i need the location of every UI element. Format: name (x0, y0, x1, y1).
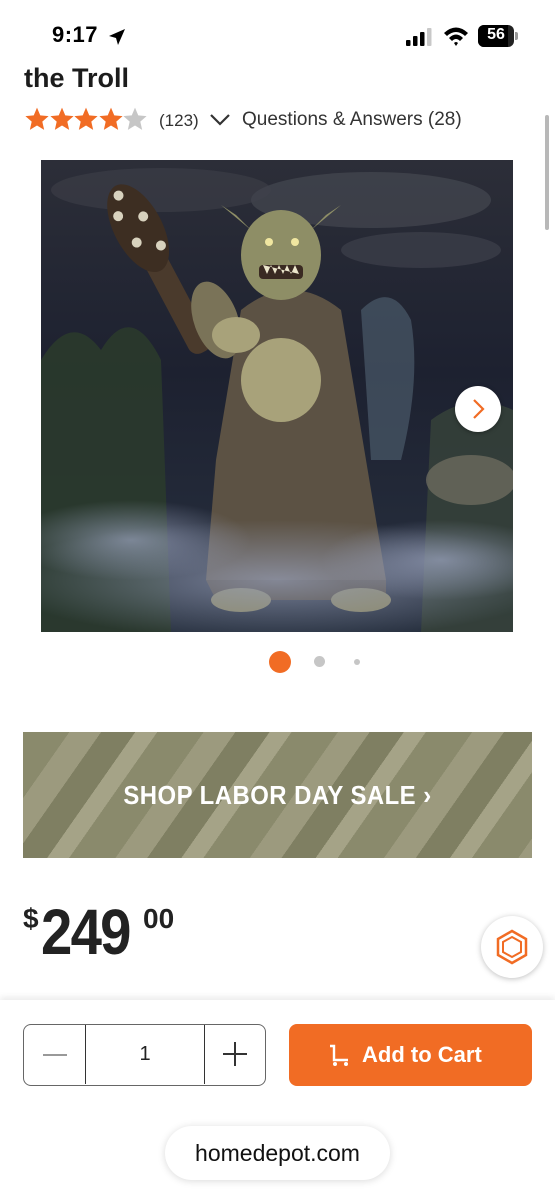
image-dot-1[interactable] (269, 651, 291, 673)
rating-row: (123) Questions & Answers (28) (24, 106, 544, 136)
bottom-action-bar: 1 Add to Cart homedepot.com (0, 1000, 555, 1200)
cart-icon (330, 1044, 348, 1066)
star-icon (25, 107, 49, 130)
wifi-icon (444, 27, 468, 46)
price-cents: 00 (143, 903, 175, 934)
address-bar[interactable]: homedepot.com (165, 1126, 390, 1180)
chevron-down-icon[interactable] (208, 109, 232, 129)
image-dot-3[interactable] (354, 659, 360, 665)
product-title: the Troll (24, 63, 130, 93)
chat-button[interactable] (481, 916, 543, 978)
decrease-quantity-button[interactable] (24, 1025, 86, 1084)
price-dollars: 249 (41, 896, 131, 968)
battery-level-text: 56 (487, 26, 505, 43)
sale-banner-label: SHOP LABOR DAY SALE › (123, 780, 432, 810)
scrollbar[interactable] (545, 115, 549, 230)
image-dot-2[interactable] (314, 656, 325, 667)
battery-icon: 56 (478, 25, 518, 47)
star-icon (98, 107, 123, 130)
cellular-signal-icon (406, 28, 432, 46)
troll-image (41, 160, 513, 632)
questions-answers-link[interactable]: Questions & Answers (28) (242, 109, 462, 131)
add-to-cart-button[interactable]: Add to Cart (289, 1024, 532, 1086)
add-to-cart-label: Add to Cart (362, 1042, 482, 1067)
hexagon-chat-icon (496, 929, 528, 965)
star-icon (49, 107, 74, 130)
location-arrow-icon (109, 29, 125, 45)
star-icon (74, 107, 98, 130)
status-bar: 9:17 56 (0, 0, 555, 62)
quantity-stepper: 1 (23, 1024, 266, 1086)
quantity-input[interactable]: 1 (85, 1025, 205, 1084)
chevron-right-icon (473, 399, 485, 419)
status-time: 9:17 (52, 22, 99, 47)
next-image-button[interactable] (455, 386, 501, 432)
star-icon (123, 107, 147, 130)
increase-quantity-button[interactable] (205, 1025, 265, 1084)
labor-day-sale-banner[interactable]: SHOP LABOR DAY SALE › (23, 732, 532, 858)
product-image[interactable] (41, 160, 513, 632)
review-count[interactable]: (123) (159, 111, 199, 131)
price-currency: $ (23, 903, 39, 934)
minus-icon (43, 1054, 67, 1056)
